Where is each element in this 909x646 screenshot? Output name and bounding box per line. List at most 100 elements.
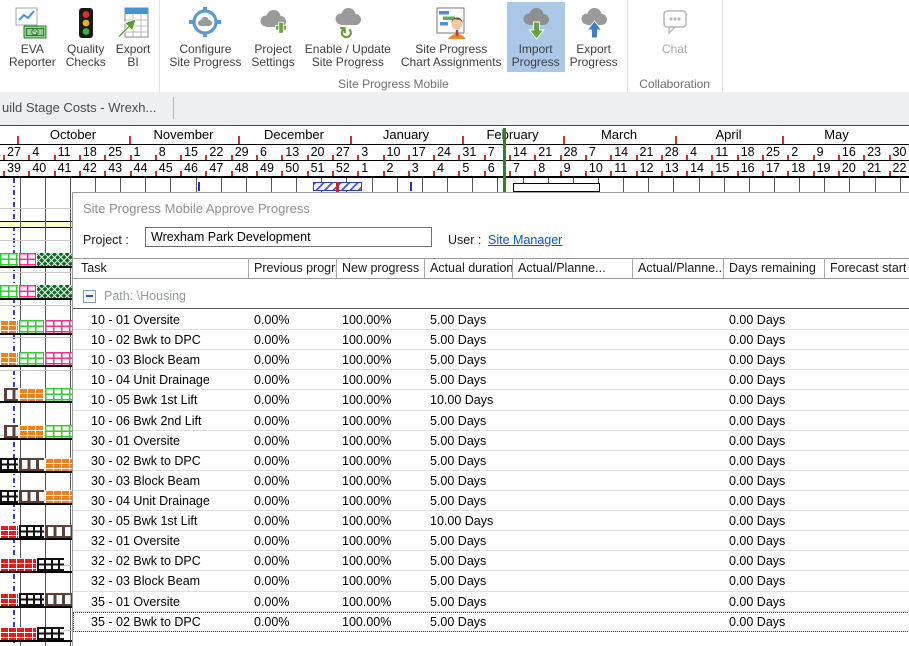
- gantt-bar-pink[interactable]: [19, 285, 36, 298]
- tab-build-stage-costs[interactable]: uild Stage Costs - Wrexh...: [2, 92, 156, 124]
- table-row[interactable]: 32 - 01 Oversite0.00%100.00%5.00 Days0.0…: [73, 531, 909, 551]
- column-header[interactable]: Actual/Planne...: [633, 259, 724, 278]
- export-bi-button[interactable]: Export BI: [111, 2, 156, 72]
- collapse-icon[interactable]: [83, 290, 96, 303]
- table-row[interactable]: 10 - 02 Bwk to DPC0.00%100.00%5.00 Days0…: [73, 330, 909, 350]
- export-progress-button[interactable]: Export Progress: [565, 2, 623, 72]
- date-label: 22: [209, 145, 223, 159]
- table-cell: 100.00%: [337, 370, 425, 389]
- gantt-bar-pink[interactable]: [19, 253, 36, 266]
- gantt-bar-orange[interactable]: [45, 458, 72, 471]
- table-cell: [825, 451, 909, 470]
- table-row[interactable]: 10 - 05 Bwk 1st Lift0.00%100.00%10.00 Da…: [73, 390, 909, 410]
- column-header[interactable]: Actual/Planne...: [513, 259, 633, 278]
- site-manager-link[interactable]: Site Manager: [488, 233, 562, 247]
- eva-reporter-button[interactable]: 5 EVA Reporter: [4, 2, 61, 72]
- gantt-bar-green[interactable]: [19, 320, 44, 333]
- column-header[interactable]: Days remaining: [724, 259, 825, 278]
- week-tick: [762, 155, 764, 160]
- gantt-bar-outline[interactable]: [513, 183, 600, 192]
- table-row[interactable]: 10 - 06 Bwk 2nd Lift0.00%100.00%5.00 Day…: [73, 411, 909, 431]
- gantt-bar-black[interactable]: [0, 490, 18, 503]
- gantt-bar-pink[interactable]: [45, 320, 72, 333]
- configure-site-progress-label: Configure Site Progress: [169, 43, 241, 69]
- week-tick: [231, 155, 233, 160]
- quality-checks-button[interactable]: Quality Checks: [61, 2, 111, 72]
- gantt-bar-black[interactable]: [0, 458, 18, 471]
- gantt-bar-green[interactable]: [0, 285, 18, 298]
- gantt-bar-orange[interactable]: [0, 320, 18, 333]
- gantt-bar-red[interactable]: [0, 558, 36, 571]
- gantt-bar-dkgreen[interactable]: [37, 285, 72, 298]
- table-cell: [513, 330, 633, 349]
- gantt-bar-gate[interactable]: [45, 593, 72, 606]
- chat-button[interactable]: Chat: [653, 2, 697, 59]
- table-row[interactable]: 30 - 05 Bwk 1st Lift0.00%100.00%10.00 Da…: [73, 511, 909, 531]
- enable-update-site-progress-button[interactable]: ↻ Enable / Update Site Progress: [300, 2, 396, 72]
- table-cell: [633, 310, 724, 329]
- cloud-plus-icon: [256, 5, 290, 41]
- gantt-bar-gate[interactable]: [19, 458, 44, 471]
- configure-site-progress-button[interactable]: Configure Site Progress: [164, 2, 246, 72]
- gantt-summary-bar[interactable]: [0, 221, 72, 228]
- project-input[interactable]: [145, 227, 432, 247]
- week-tick: [686, 171, 688, 176]
- table-cell: 100.00%: [337, 571, 425, 590]
- gantt-bar-black[interactable]: [19, 525, 44, 538]
- table-row[interactable]: 30 - 03 Block Beam0.00%100.00%5.00 Days0…: [73, 471, 909, 491]
- column-header[interactable]: Forecast start: [825, 259, 909, 278]
- gantt-bar-orange[interactable]: [19, 388, 44, 401]
- gantt-bar-gate[interactable]: [45, 525, 72, 538]
- gantt-bar-hatch[interactable]: [313, 182, 362, 191]
- gantt-bar-black[interactable]: [37, 558, 64, 571]
- gantt-bar-green[interactable]: [0, 253, 18, 266]
- table-cell: 100.00%: [337, 431, 425, 450]
- gantt-bar-red[interactable]: [0, 525, 18, 538]
- week-number-label: 41: [58, 161, 72, 175]
- table-cell: [633, 390, 724, 409]
- gantt-bar-green[interactable]: [45, 388, 72, 401]
- gantt-bar-green[interactable]: [45, 425, 72, 438]
- column-header[interactable]: Previous progr...: [249, 259, 337, 278]
- gantt-bar-black[interactable]: [37, 627, 64, 640]
- week-number-label: 19: [817, 161, 831, 175]
- table-row[interactable]: 10 - 04 Unit Drainage0.00%100.00%5.00 Da…: [73, 370, 909, 390]
- table-row[interactable]: 10 - 01 Oversite0.00%100.00%5.00 Days0.0…: [73, 310, 909, 330]
- date-label: 14: [513, 145, 527, 159]
- table-row[interactable]: 30 - 01 Oversite0.00%100.00%5.00 Days0.0…: [73, 431, 909, 451]
- week-tick: [256, 171, 258, 176]
- gantt-bar-gate[interactable]: [19, 490, 44, 503]
- gantt-bar-orange[interactable]: [19, 425, 44, 438]
- gantt-bar-dkgreen[interactable]: [37, 253, 72, 266]
- week-tick: [408, 171, 410, 176]
- week-tick: [104, 171, 106, 176]
- column-header[interactable]: Task: [73, 259, 249, 278]
- gantt-bar-red[interactable]: [0, 593, 18, 606]
- site-progress-chart-assignments-button[interactable]: Site Progress Chart Assignments: [396, 2, 507, 72]
- week-tick: [509, 155, 511, 160]
- table-row[interactable]: 35 - 02 Bwk to DPC0.00%100.00%5.00 Days0…: [73, 612, 909, 632]
- import-progress-button[interactable]: Import Progress: [507, 2, 565, 72]
- table-row[interactable]: 30 - 04 Unit Drainage0.00%100.00%5.00 Da…: [73, 491, 909, 511]
- table-cell: [825, 551, 909, 570]
- gantt-bar-orange[interactable]: [0, 352, 18, 365]
- table-row[interactable]: 32 - 02 Bwk to DPC0.00%100.00%5.00 Days0…: [73, 551, 909, 571]
- table-row[interactable]: 32 - 03 Block Beam0.00%100.00%5.00 Days0…: [73, 571, 909, 591]
- week-tick: [79, 171, 81, 176]
- column-header[interactable]: New progress: [337, 259, 425, 278]
- gantt-bar-pink[interactable]: [45, 352, 72, 365]
- gantt-bar-gate[interactable]: [4, 425, 18, 438]
- gantt-bar-orange[interactable]: [45, 490, 72, 503]
- gantt-bar-red[interactable]: [0, 627, 36, 640]
- table-row[interactable]: 30 - 02 Bwk to DPC0.00%100.00%5.00 Days0…: [73, 451, 909, 471]
- week-tick: [383, 171, 385, 176]
- table-cell: 0.00 Days: [724, 612, 825, 631]
- table-row[interactable]: 35 - 01 Oversite0.00%100.00%5.00 Days0.0…: [73, 592, 909, 612]
- gantt-bar-green[interactable]: [19, 352, 44, 365]
- gantt-bar-gate[interactable]: [4, 388, 18, 401]
- project-settings-button[interactable]: Project Settings: [246, 2, 299, 72]
- gantt-bar-black[interactable]: [19, 593, 44, 606]
- column-header[interactable]: Actual duration: [425, 259, 513, 278]
- table-row[interactable]: 10 - 03 Block Beam0.00%100.00%5.00 Days0…: [73, 350, 909, 370]
- milestone-tick: [410, 182, 412, 191]
